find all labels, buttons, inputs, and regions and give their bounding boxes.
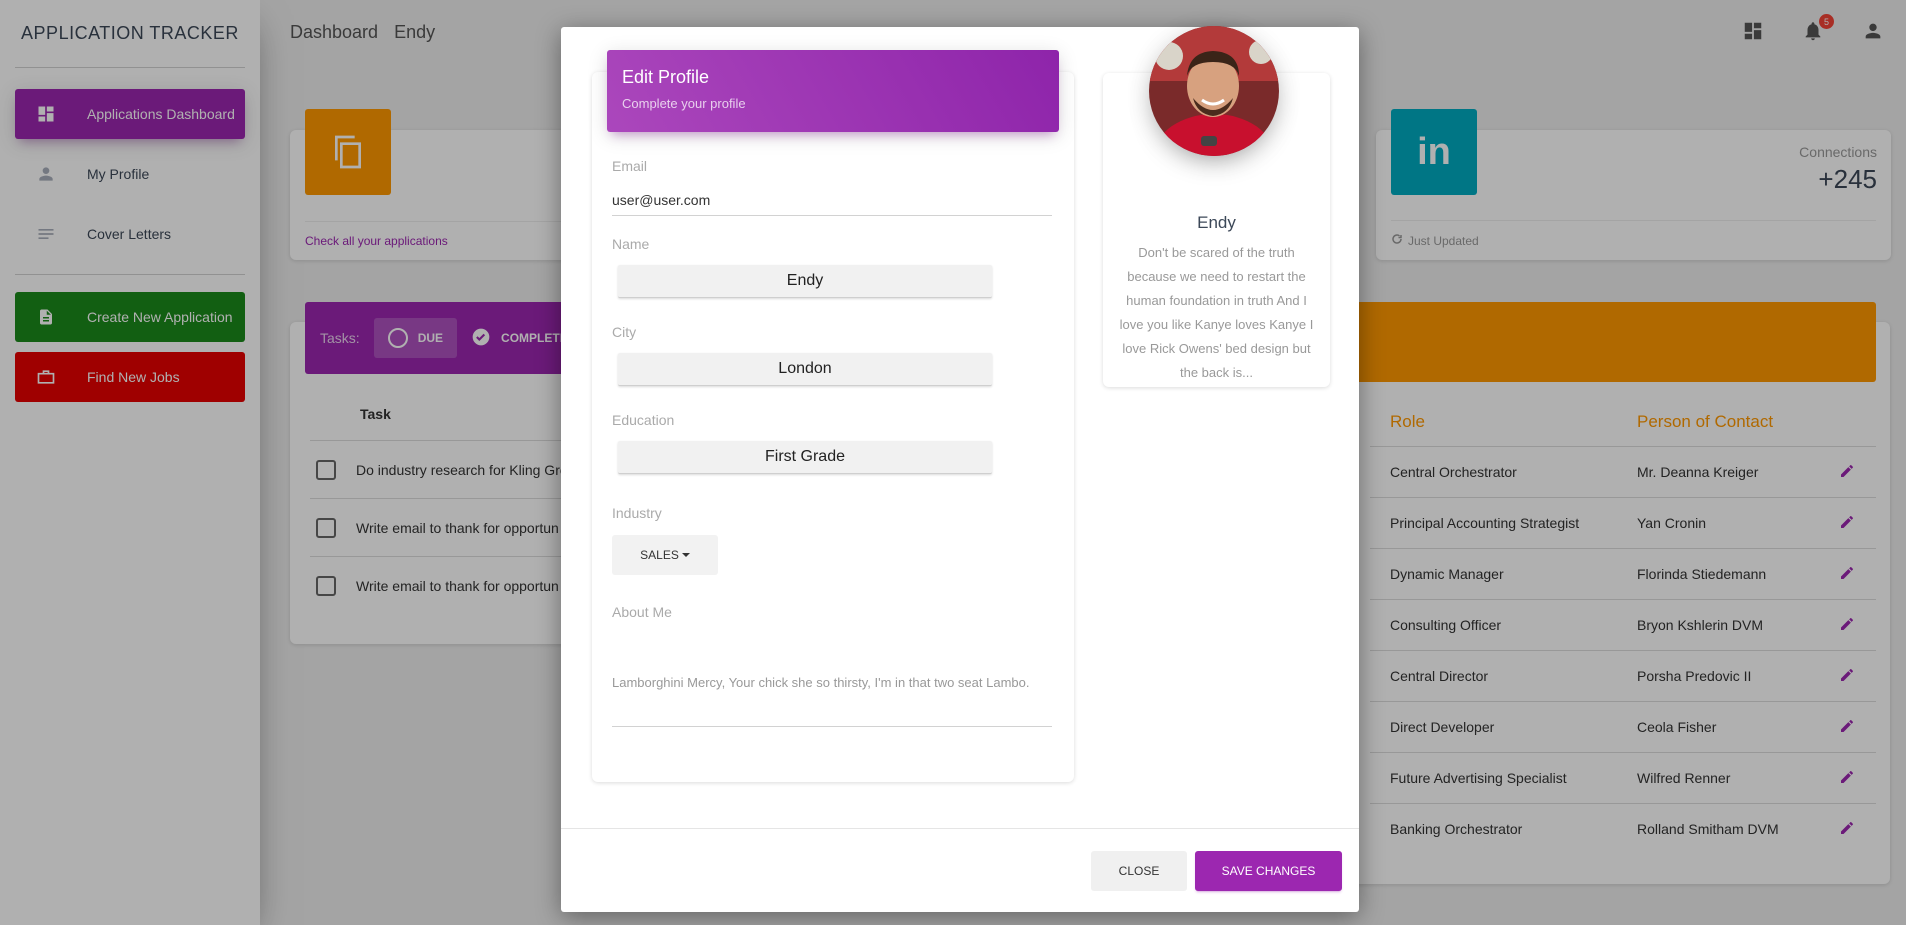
avatar <box>1149 26 1279 156</box>
edit-profile-card: Edit Profile Complete your profile Email… <box>592 50 1074 782</box>
edit-profile-modal: Edit Profile Complete your profile Email… <box>561 26 1359 912</box>
edit-profile-header: Edit Profile Complete your profile <box>607 50 1059 132</box>
profile-name: Endy <box>1197 213 1236 232</box>
caret-down-icon <box>681 553 690 557</box>
modal-footer: CLOSE SAVE CHANGES <box>561 828 1359 912</box>
email-label: Email <box>612 158 648 174</box>
industry-dropdown[interactable]: SALES <box>612 535 718 575</box>
edit-profile-title: Edit Profile <box>622 67 710 87</box>
profile-quote: Don't be scared of the truth because we … <box>1119 245 1314 380</box>
save-changes-button[interactable]: SAVE CHANGES <box>1195 851 1342 891</box>
about-me-field[interactable]: Lamborghini Mercy, Your chick she so thi… <box>612 637 1052 727</box>
city-label: City <box>612 324 637 340</box>
education-field[interactable]: First Grade <box>618 441 992 474</box>
city-field[interactable]: London <box>618 353 992 386</box>
email-field[interactable]: user@user.com <box>612 192 1052 216</box>
name-field[interactable]: Endy <box>618 265 992 298</box>
about-label: About Me <box>612 604 672 620</box>
about-me-text: Lamborghini Mercy, Your chick she so thi… <box>612 675 1030 690</box>
avatar-image <box>1149 26 1279 156</box>
industry-dropdown-value: SALES <box>640 548 679 562</box>
education-label: Education <box>612 412 675 428</box>
name-label: Name <box>612 236 650 252</box>
edit-profile-subtitle: Complete your profile <box>622 96 746 111</box>
close-button[interactable]: CLOSE <box>1091 851 1187 891</box>
industry-label: Industry <box>612 505 662 521</box>
